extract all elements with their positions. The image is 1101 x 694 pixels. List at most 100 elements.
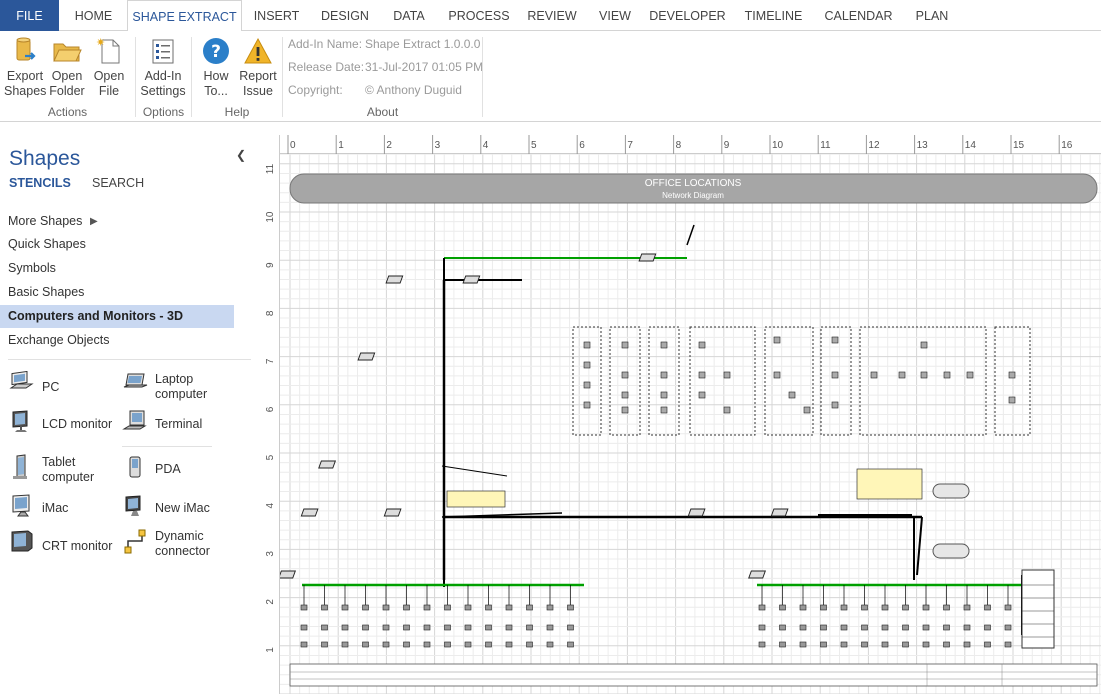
addin-name-row: Add-In Name: Shape Extract 1.0.0.0 [288,37,480,51]
report-issue-button[interactable]: Report Issue [237,36,279,99]
ruler-label: 4 [483,140,489,151]
shape-laptop-label: Laptop computer [155,372,208,401]
tab-process[interactable]: PROCESS [439,0,519,31]
tab-developer[interactable]: DEVELOPER [645,0,730,31]
endpoint [423,641,431,648]
endpoint [820,604,827,611]
ruler-label: 1 [265,647,276,653]
open-folder-button[interactable]: Open Folder [48,36,86,99]
tab-stencils[interactable]: STENCILS [9,176,71,190]
tab-search[interactable]: SEARCH [92,176,144,190]
shape-new-imac[interactable]: New iMac [122,493,232,523]
menu-quick-shapes[interactable]: Quick Shapes [0,233,234,256]
menu-more-shapes[interactable]: More Shapes ▶ [0,210,234,233]
ruler-label: 11 [820,140,831,151]
open-file-icon: ✷ [96,36,120,64]
shape-terminal[interactable]: Terminal [122,409,232,439]
network-device [383,508,402,517]
open-file-label-2: File [98,84,120,98]
menu-symbols[interactable]: Symbols [0,257,234,280]
ruler-label: 13 [917,140,929,151]
endpoint [1004,604,1012,611]
pane-separator [122,446,212,447]
endpoint [1008,371,1016,379]
shape-laptop-computer[interactable]: Laptop computer [122,371,232,401]
shape-lcd-monitor[interactable]: LCD monitor [9,409,119,439]
endpoint [779,604,786,611]
group-label-actions: Actions [47,105,88,119]
menu-exchange-objects[interactable]: Exchange Objects [0,329,234,352]
tab-insert[interactable]: INSERT [244,0,309,31]
endpoint [546,641,554,648]
endpoint [920,371,928,379]
add-in-settings-button[interactable]: Add-In Settings [140,36,186,99]
network-diagram[interactable]: OFFICE LOCATIONS Network Diagram [262,135,1101,694]
chevron-left-icon[interactable]: ❮ [236,148,246,162]
endpoint [444,624,451,631]
shape-pc-label: PC [42,380,60,394]
tab-file[interactable]: FILE [0,0,59,31]
ruler-label: 0 [290,140,296,151]
endpoint [403,604,410,611]
how-to-label-1: How [203,69,229,83]
endpoint [423,624,431,631]
endpoint [779,624,786,631]
tab-design[interactable]: DESIGN [311,0,379,31]
tab-view[interactable]: VIEW [587,0,643,31]
open-folder-icon [53,43,82,62]
shape-new-imac-label: New iMac [155,501,210,515]
endpoint [403,624,410,631]
settings-icon [152,39,174,64]
endpoint [820,624,827,631]
export-shapes-icon [16,37,36,61]
drawing-canvas[interactable]: OFFICE LOCATIONS Network Diagram [262,135,1101,694]
ribbon-tab-bar: FILE HOME SHAPE EXTRACT INSERT DESIGN DA… [0,0,1101,32]
endpoint [984,624,991,631]
tab-plan[interactable]: PLAN [903,0,961,31]
ruler-label: 9 [265,262,276,268]
open-file-button[interactable]: ✷ Open File [90,36,128,99]
group-label-about: About [366,105,399,119]
endpoint [831,401,839,409]
tablet-icon [13,454,27,479]
endpoint [660,371,668,379]
endpoint [621,391,629,399]
open-folder-label-2: Folder [49,84,85,98]
menu-basic-shapes[interactable]: Basic Shapes [0,281,234,304]
endpoint [464,624,472,631]
tab-home[interactable]: HOME [62,0,125,31]
shape-pda[interactable]: PDA [122,454,232,486]
shape-dynamic-connector[interactable]: Dynamic connector [122,528,232,560]
chevron-right-icon: ▶ [90,216,98,227]
tab-timeline[interactable]: TIMELINE [733,0,814,31]
endpoint [505,604,513,611]
tab-data[interactable]: DATA [381,0,437,31]
menu-computers-monitors-3d[interactable]: Computers and Monitors - 3D [0,305,234,328]
endpoint [341,624,349,631]
menu-more-shapes-label: More Shapes [8,214,83,228]
ruler-label: 12 [868,140,880,151]
shape-imac[interactable]: iMac [9,493,119,523]
new-imac-icon [125,495,141,516]
endpoint [583,341,591,349]
shape-crt-monitor[interactable]: CRT monitor [9,528,119,560]
endpoint [788,391,796,399]
svg-text:?: ? [211,42,221,62]
tab-calendar[interactable]: CALENDAR [816,0,901,31]
shape-tablet-computer[interactable]: Tablet computer [9,454,119,486]
tab-review[interactable]: REVIEW [521,0,583,31]
tab-shape-extract[interactable]: SHAPE EXTRACT [127,0,242,32]
endpoint [300,604,308,611]
ruler-label: 3 [265,551,276,557]
endpoint [984,604,991,611]
endpoint [526,604,533,611]
export-shapes-button[interactable]: Export Shapes [4,36,46,99]
shape-pc[interactable]: PC [9,371,119,401]
ruler-label: 7 [627,140,633,151]
warning-icon [244,37,272,64]
network-device [770,508,789,517]
endpoint [403,641,410,648]
endpoint [758,604,766,611]
how-to-button[interactable]: ? How To... [198,36,234,99]
addin-name-value: Shape Extract 1.0.0.0 [365,37,481,51]
